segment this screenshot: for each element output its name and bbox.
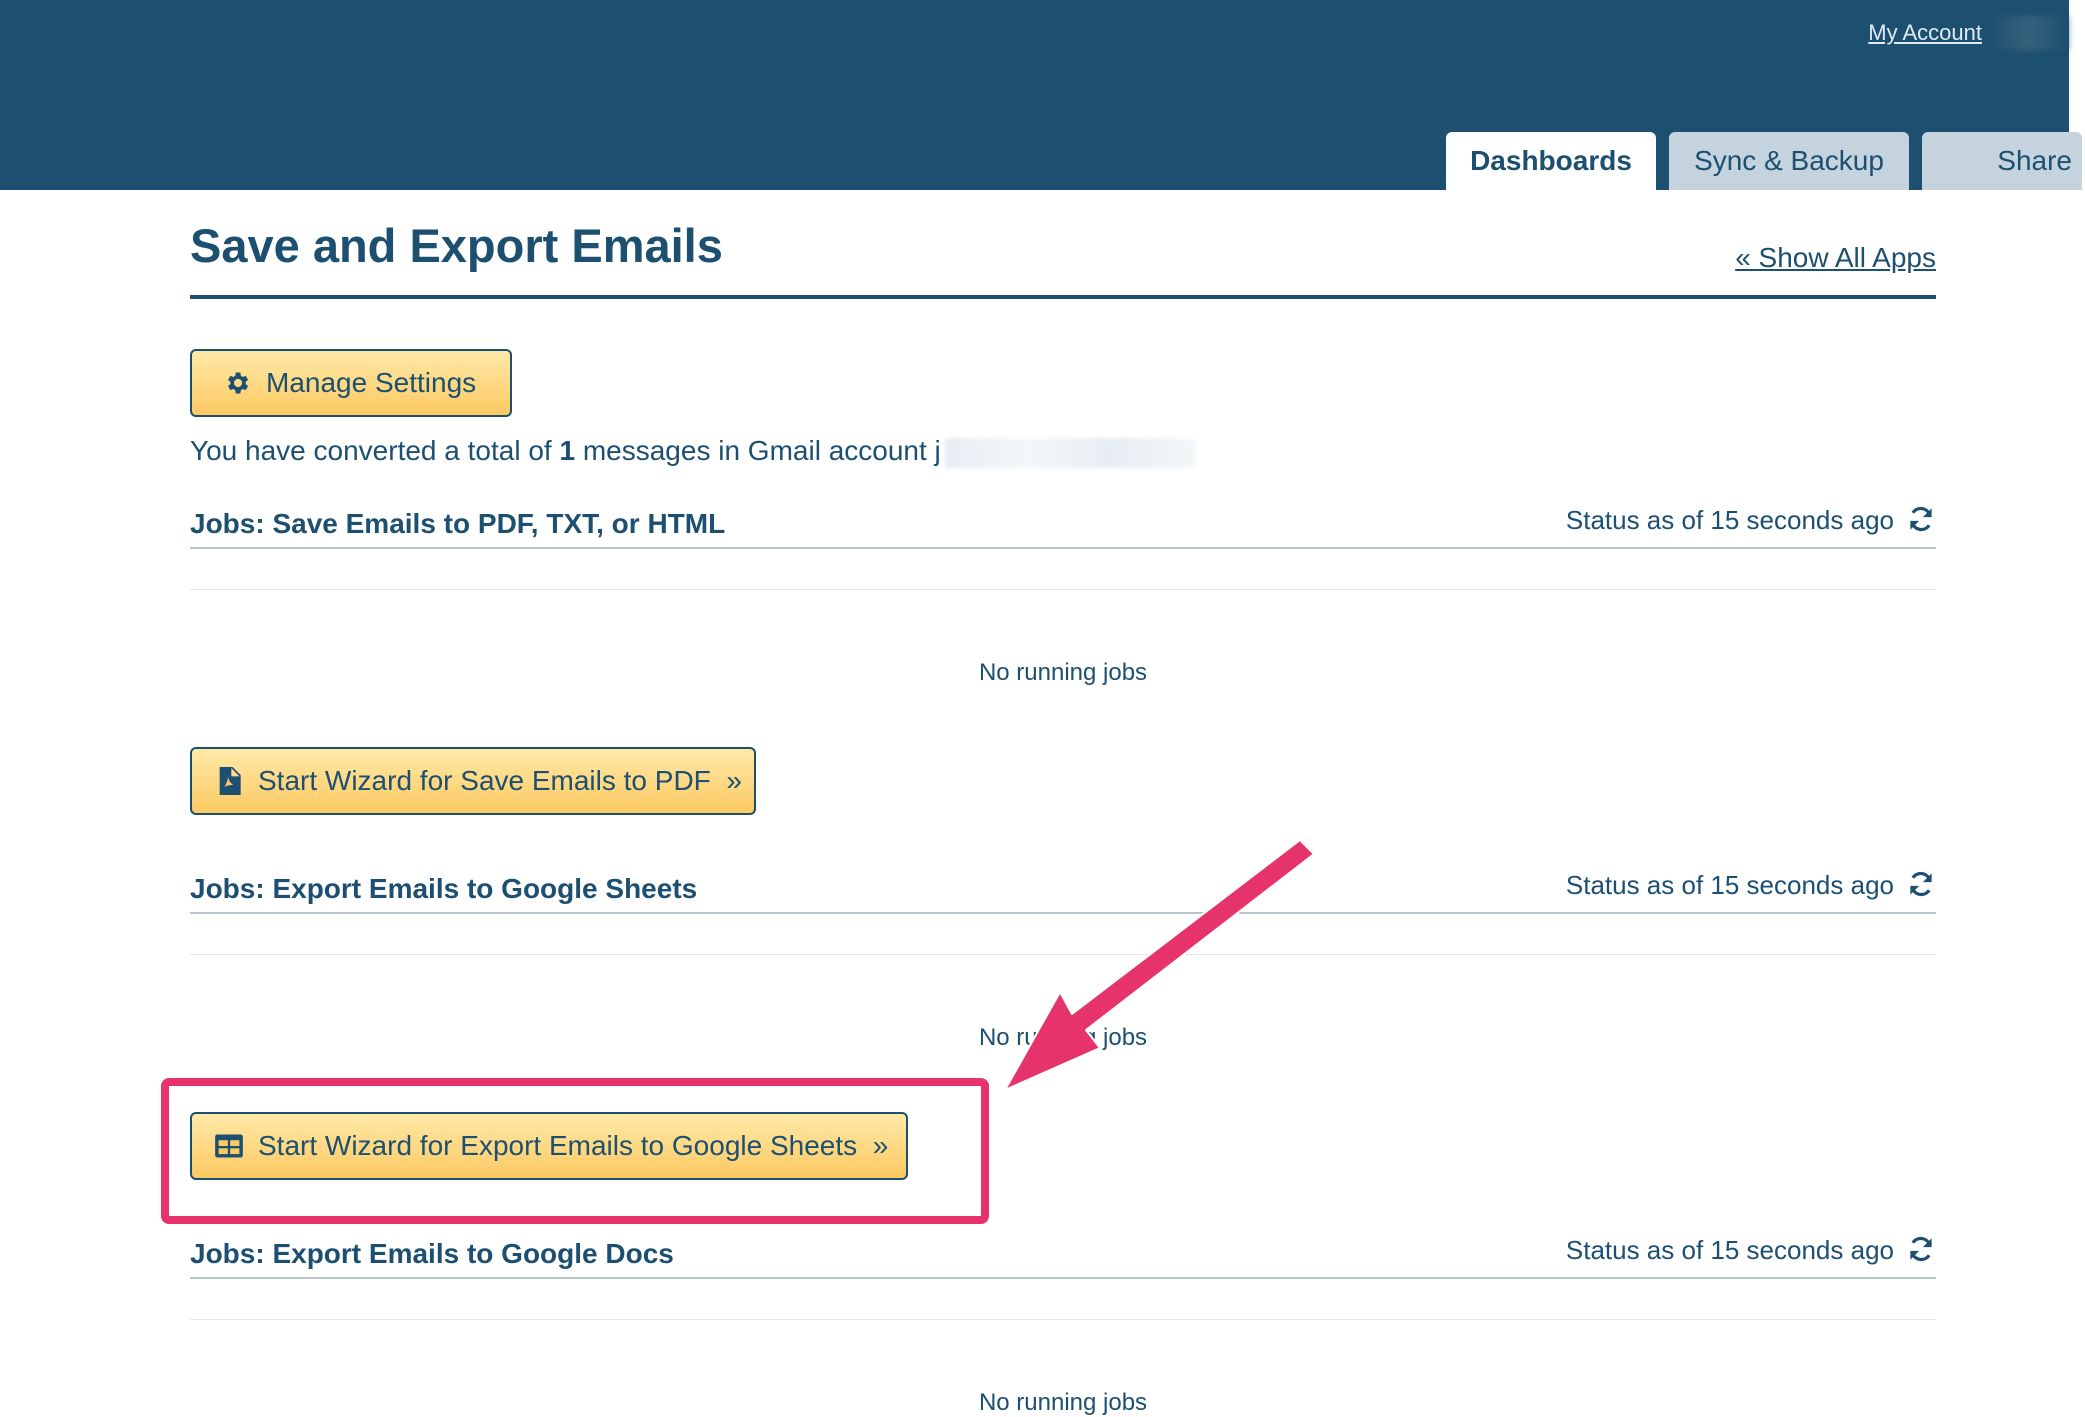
highlight-box	[161, 1078, 989, 1224]
manage-settings-button[interactable]: Manage Settings	[190, 349, 512, 417]
title-divider	[190, 295, 1936, 299]
empty-state: No running jobs	[978, 659, 1148, 686]
gear-icon	[222, 368, 252, 398]
status-text: Status as of 15 seconds ago	[1565, 1235, 1894, 1265]
conversion-summary: You have converted a total of 1 messages…	[190, 435, 1195, 468]
section-divider	[190, 1277, 1936, 1279]
section-title: Jobs: Export Emails to Google Docs	[190, 1238, 674, 1269]
pointer-arrow-annotation	[1004, 840, 1315, 1091]
start-wizard-pdf-button[interactable]: Start Wizard for Save Emails to PDF »	[190, 747, 756, 815]
account-name-redacted	[1988, 16, 2069, 50]
manage-settings-label: Manage Settings	[266, 367, 477, 398]
tab-sync-backup[interactable]: Sync & Backup	[1669, 132, 1909, 190]
section-divider	[190, 547, 1936, 549]
section-title: Jobs: Save Emails to PDF, TXT, or HTML	[190, 508, 726, 539]
email-redacted	[944, 437, 1195, 468]
top-header: My Account Dashboards Sync & Backup Shar…	[0, 0, 2082, 190]
refresh-icon[interactable]	[1906, 868, 1936, 900]
status-text: Status as of 15 seconds ago	[1565, 870, 1894, 900]
summary-count: 1	[559, 435, 576, 466]
tab-share[interactable]: Share	[1922, 132, 2082, 190]
my-account-link[interactable]: My Account	[1868, 20, 1982, 46]
refresh-icon[interactable]	[1906, 503, 1936, 535]
refresh-icon[interactable]	[1906, 1233, 1936, 1265]
page-title: Save and Export Emails	[190, 219, 723, 272]
table-divider	[190, 589, 1936, 590]
start-wizard-pdf-label: Start Wizard for Save Emails to PDF »	[258, 765, 742, 796]
summary-suffix: messages in Gmail account j	[575, 435, 941, 466]
summary-prefix: You have converted a total of	[190, 435, 560, 466]
status-text: Status as of 15 seconds ago	[1565, 505, 1894, 535]
tab-dashboards[interactable]: Dashboards	[1446, 132, 1656, 190]
section-title: Jobs: Export Emails to Google Sheets	[190, 873, 698, 904]
pdf-file-icon	[214, 766, 244, 796]
show-all-apps-link[interactable]: « Show All Apps	[1735, 242, 1936, 274]
table-divider	[190, 1319, 1936, 1320]
empty-state: No running jobs	[978, 1389, 1148, 1416]
